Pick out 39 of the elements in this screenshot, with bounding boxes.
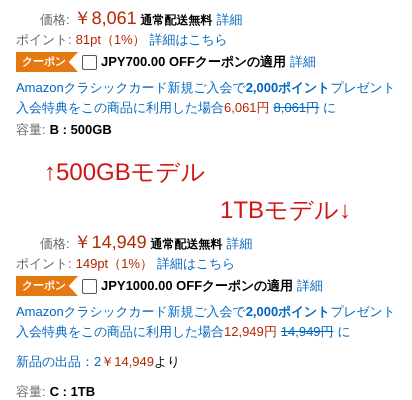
price-label: 価格: xyxy=(40,235,70,253)
price: ￥14,949 xyxy=(74,232,147,252)
coupon-badge: クーポン xyxy=(16,52,78,72)
offers-suffix: より xyxy=(154,353,180,371)
capacity-value: B : 500GB xyxy=(50,121,112,139)
points-details-link[interactable]: 詳細はこちら xyxy=(150,30,228,50)
offers-link[interactable]: 新品の出品：2 xyxy=(16,352,102,372)
annotation-text: 1TBモデル↓ xyxy=(220,196,352,226)
card-offer-text[interactable]: Amazonクラシックカード新規ご入会で2,000ポイントプレゼント xyxy=(16,302,412,322)
capacity-label: 容量: xyxy=(16,121,46,139)
shipping-text: 通常配送無料 xyxy=(150,236,223,253)
coupon-checkbox[interactable] xyxy=(82,278,97,294)
offers-price: ￥14,949 xyxy=(101,353,154,371)
shipping-text: 通常配送無料 xyxy=(140,12,213,29)
details-link[interactable]: 詳細 xyxy=(216,10,243,30)
points-value: 81pt（1%） xyxy=(76,31,146,49)
card-suffix: に xyxy=(323,99,336,117)
card-suffix: に xyxy=(338,323,351,341)
coupon-checkbox[interactable] xyxy=(82,54,97,70)
capacity-value: C : 1TB xyxy=(50,383,96,400)
card-offer-text[interactable]: Amazonクラシックカード新規ご入会で2,000ポイントプレゼント xyxy=(16,78,412,98)
coupon-badge: クーポン xyxy=(16,276,78,296)
card-benefit-text[interactable]: 入会特典をこの商品に利用した場合12,949円 xyxy=(16,322,277,342)
points-details-link[interactable]: 詳細はこちら xyxy=(156,254,235,274)
details-link[interactable]: 詳細 xyxy=(226,234,253,254)
coupon-details-link[interactable]: 詳細 xyxy=(297,276,324,296)
points-value: 149pt（1%） xyxy=(76,255,153,273)
price: ￥8,061 xyxy=(74,8,137,28)
coupon-text: JPY700.00 OFFクーポンの適用 xyxy=(101,53,286,71)
annotation-text: ↑500GBモデル xyxy=(44,158,206,188)
capacity-label: 容量: xyxy=(16,383,46,400)
coupon-details-link[interactable]: 詳細 xyxy=(290,52,316,72)
card-benefit-text[interactable]: 入会特典をこの商品に利用した場合6,061円 xyxy=(16,98,270,118)
old-price: 14,949円 xyxy=(280,323,334,341)
points-label: ポイント: xyxy=(16,255,72,273)
old-price: 8,061円 xyxy=(274,99,320,117)
coupon-text: JPY1000.00 OFFクーポンの適用 xyxy=(101,277,294,295)
points-label: ポイント: xyxy=(16,31,72,49)
price-label: 価格: xyxy=(40,11,70,29)
